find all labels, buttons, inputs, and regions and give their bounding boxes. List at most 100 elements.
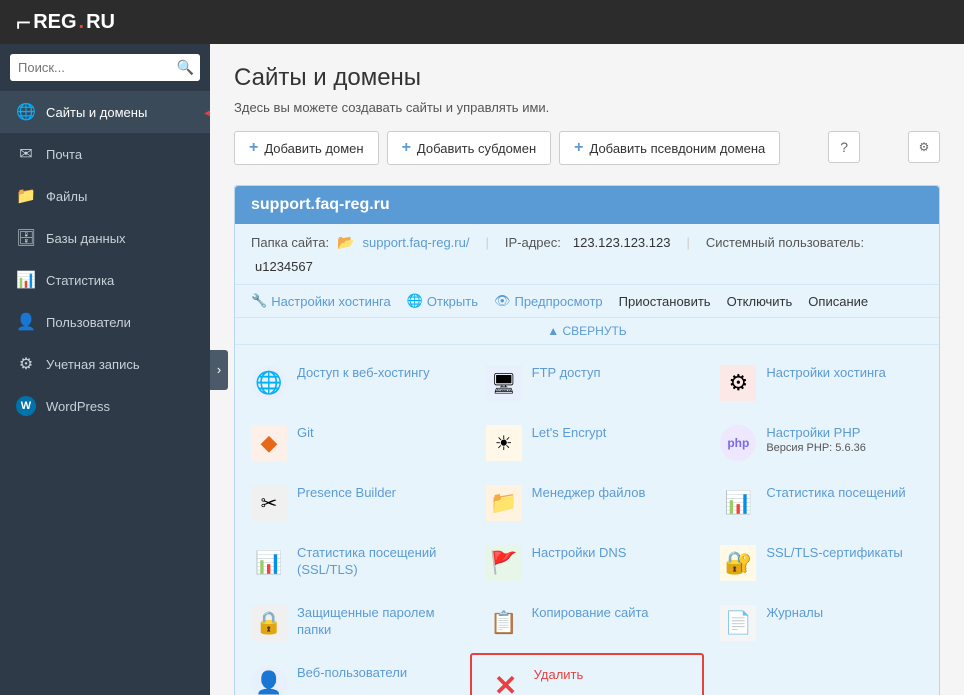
icon-item-dns[interactable]: 🚩 Настройки DNS [470, 533, 705, 593]
folder-label: Папка сайта: [251, 235, 329, 250]
php-label: Настройки PHP [766, 425, 866, 442]
domain-name: support.faq-reg.ru [251, 196, 390, 213]
icon-item-visit-stats[interactable]: 📊 Статистика посещений [704, 473, 939, 533]
logo-bracket: ⌐ [16, 9, 31, 35]
sites-icon: 🌐 [16, 102, 36, 122]
ip-value: 123.123.123.123 [573, 235, 671, 250]
collapse-bar[interactable]: ▲ СВЕРНУТЬ [235, 318, 939, 345]
visit-stats-info: Статистика посещений [766, 485, 905, 502]
icon-item-ftp[interactable]: 🖥 FTP доступ [470, 353, 705, 413]
sidebar-item-stats[interactable]: 📊 Статистика [0, 259, 210, 301]
visit-stats-icon: 📊 [720, 485, 756, 521]
plus-icon-2: + [402, 139, 411, 157]
add-subdomain-button[interactable]: + Добавить субдомен [387, 131, 552, 165]
ip-label: IP-адрес: [505, 235, 561, 250]
dns-info: Настройки DNS [532, 545, 627, 562]
open-link[interactable]: 🌐 Открыть [407, 293, 478, 309]
icon-item-php[interactable]: php Настройки PHP Версия PHP: 5.6.36 [704, 413, 939, 473]
icon-item-git[interactable]: ◆ Git [235, 413, 470, 473]
ftp-info: FTP доступ [532, 365, 601, 382]
users-icon: 👤 [16, 312, 36, 332]
ssl-cert-label: SSL/TLS-сертификаты [766, 545, 902, 562]
password-dirs-label: Защищенные паролем папки [297, 605, 454, 639]
filemanager-label: Менеджер файлов [532, 485, 646, 502]
settings-button[interactable]: ⚙ [908, 131, 940, 163]
search-icon[interactable]: 🔍 [177, 59, 194, 76]
sidebar-nav: 🌐 Сайты и домены ◀ ✉ Почта 📁 Файлы 🗄 Баз… [0, 91, 210, 427]
icon-item-logs[interactable]: 📄 Журналы [704, 593, 939, 653]
icon-item-presence[interactable]: ✂ Presence Builder [235, 473, 470, 533]
copy-site-label: Копирование сайта [532, 605, 649, 622]
web-users-info: Веб-пользователи [297, 665, 407, 682]
page-subtitle: Здесь вы можете создавать сайты и управл… [234, 100, 940, 115]
icon-item-filemanager[interactable]: 📁 Менеджер файлов [470, 473, 705, 533]
delete-info: Удалить [534, 667, 584, 684]
domain-info-bar: Папка сайта: 📂 support.faq-reg.ru/ | IP-… [235, 224, 939, 285]
sidebar-item-wordpress[interactable]: W WordPress [0, 385, 210, 427]
empty-cell [704, 653, 939, 695]
sidebar-item-sites[interactable]: 🌐 Сайты и домены ◀ [0, 91, 210, 133]
sidebar-item-files-label: Файлы [46, 189, 87, 204]
sidebar-item-databases[interactable]: 🗄 Базы данных [0, 217, 210, 259]
action-buttons-bar: + Добавить домен + Добавить субдомен + Д… [234, 131, 940, 165]
visit-stats-label: Статистика посещений [766, 485, 905, 502]
add-alias-button[interactable]: + Добавить псевдоним домена [559, 131, 780, 165]
folder-link-text: support.faq-reg.ru/ [363, 235, 470, 250]
logo-dot: . [79, 11, 85, 34]
icon-item-web-hosting[interactable]: 🌐 Доступ к веб-хостингу [235, 353, 470, 413]
icon-item-password-dirs[interactable]: 🔒 Защищенные паролем папки [235, 593, 470, 653]
search-wrap: 🔍 [10, 54, 200, 81]
pause-link[interactable]: Приостановить [619, 294, 711, 309]
icon-item-web-users[interactable]: 👤 Веб-пользователи [235, 653, 470, 695]
domain-section: support.faq-reg.ru Папка сайта: 📂 suppor… [234, 185, 940, 695]
add-alias-label: Добавить псевдоним домена [590, 141, 766, 156]
hosting-settings-label: Настройки хостинга [271, 294, 391, 309]
ssl-cert-info: SSL/TLS-сертификаты [766, 545, 902, 562]
icon-item-hosting-cfg[interactable]: ⚙ Настройки хостинга [704, 353, 939, 413]
web-users-icon: 👤 [251, 665, 287, 695]
description-label: Описание [808, 294, 868, 309]
php-sublabel: Версия PHP: 5.6.36 [766, 442, 866, 454]
sidebar-item-files[interactable]: 📁 Файлы [0, 175, 210, 217]
presence-label: Presence Builder [297, 485, 396, 502]
sep1: | [485, 235, 488, 250]
domain-actions-bar: 🔧 Настройки хостинга 🌐 Открыть 👁 Предпро… [235, 285, 939, 318]
icon-item-delete[interactable]: ✕ Удалить [470, 653, 705, 695]
ftp-label: FTP доступ [532, 365, 601, 382]
letsencrypt-icon: ☀ [486, 425, 522, 461]
disable-link[interactable]: Отключить [727, 294, 793, 309]
icon-item-ssl-stats[interactable]: 📊 Статистика посещений (SSL/TLS) [235, 533, 470, 593]
plus-icon-3: + [574, 139, 583, 157]
logo-ru: RU [86, 11, 115, 34]
icon-item-letsencrypt[interactable]: ☀ Let's Encrypt [470, 413, 705, 473]
icon-item-ssl-cert[interactable]: 🔐 SSL/TLS-сертификаты [704, 533, 939, 593]
add-domain-button[interactable]: + Добавить домен [234, 131, 379, 165]
sidebar-item-account[interactable]: ⚙ Учетная запись [0, 343, 210, 385]
password-dirs-icon: 🔒 [251, 605, 287, 641]
search-input[interactable] [10, 54, 200, 81]
hosting-settings-link[interactable]: 🔧 Настройки хостинга [251, 293, 391, 309]
delete-label: Удалить [534, 667, 584, 684]
account-icon: ⚙ [16, 354, 36, 374]
stats-icon: 📊 [16, 270, 36, 290]
main-layout: 🔍 🌐 Сайты и домены ◀ ✉ Почта 📁 Файлы 🗄 Б… [0, 44, 964, 695]
icon-item-copy-site[interactable]: 📋 Копирование сайта [470, 593, 705, 653]
description-link[interactable]: Описание [808, 294, 868, 309]
sidebar: 🔍 🌐 Сайты и домены ◀ ✉ Почта 📁 Файлы 🗄 Б… [0, 44, 210, 695]
folder-link[interactable]: support.faq-reg.ru/ [363, 235, 470, 250]
password-dirs-info: Защищенные паролем папки [297, 605, 454, 639]
web-hosting-icon: 🌐 [251, 365, 287, 401]
sidebar-collapse-button[interactable]: › [210, 350, 228, 390]
logo: ⌐ REG . RU [16, 9, 115, 35]
sep2: | [686, 235, 689, 250]
help-button[interactable]: ? [828, 131, 860, 163]
preview-link[interactable]: 👁 Предпросмотр [494, 293, 603, 309]
sidebar-item-users[interactable]: 👤 Пользователи [0, 301, 210, 343]
letsencrypt-label: Let's Encrypt [532, 425, 607, 442]
open-label: Открыть [427, 294, 478, 309]
disable-label: Отключить [727, 294, 793, 309]
dns-label: Настройки DNS [532, 545, 627, 562]
sidebar-item-mail[interactable]: ✉ Почта [0, 133, 210, 175]
sidebar-item-stats-label: Статистика [46, 273, 114, 288]
copy-site-info: Копирование сайта [532, 605, 649, 622]
